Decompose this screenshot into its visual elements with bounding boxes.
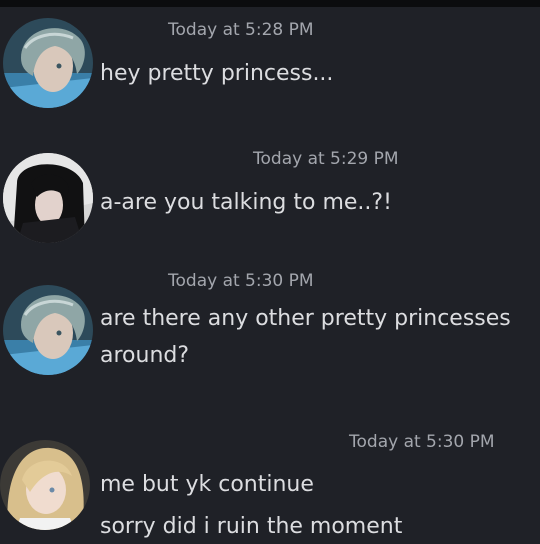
top-bar xyxy=(0,0,540,7)
message-timestamp: Today at 5:30 PM xyxy=(349,432,495,452)
message-text: a-are you talking to me..?! xyxy=(100,190,392,215)
message-text: me but yk continue xyxy=(100,472,314,497)
avatar-silver-haired-man[interactable] xyxy=(3,285,93,375)
message-text: hey pretty princess... xyxy=(100,61,334,86)
message-text: are there any other pretty princesses xyxy=(100,306,511,331)
avatar-silver-haired-man[interactable] xyxy=(3,18,93,108)
avatar-dark-haired-person[interactable] xyxy=(3,153,93,243)
message-timestamp: Today at 5:30 PM xyxy=(168,271,314,291)
avatar-blonde-woman[interactable] xyxy=(0,440,90,530)
message-text: sorry did i ruin the moment xyxy=(100,514,403,539)
message-timestamp: Today at 5:28 PM xyxy=(168,20,314,40)
message-timestamp: Today at 5:29 PM xyxy=(253,149,399,169)
message-text: around? xyxy=(100,343,190,368)
